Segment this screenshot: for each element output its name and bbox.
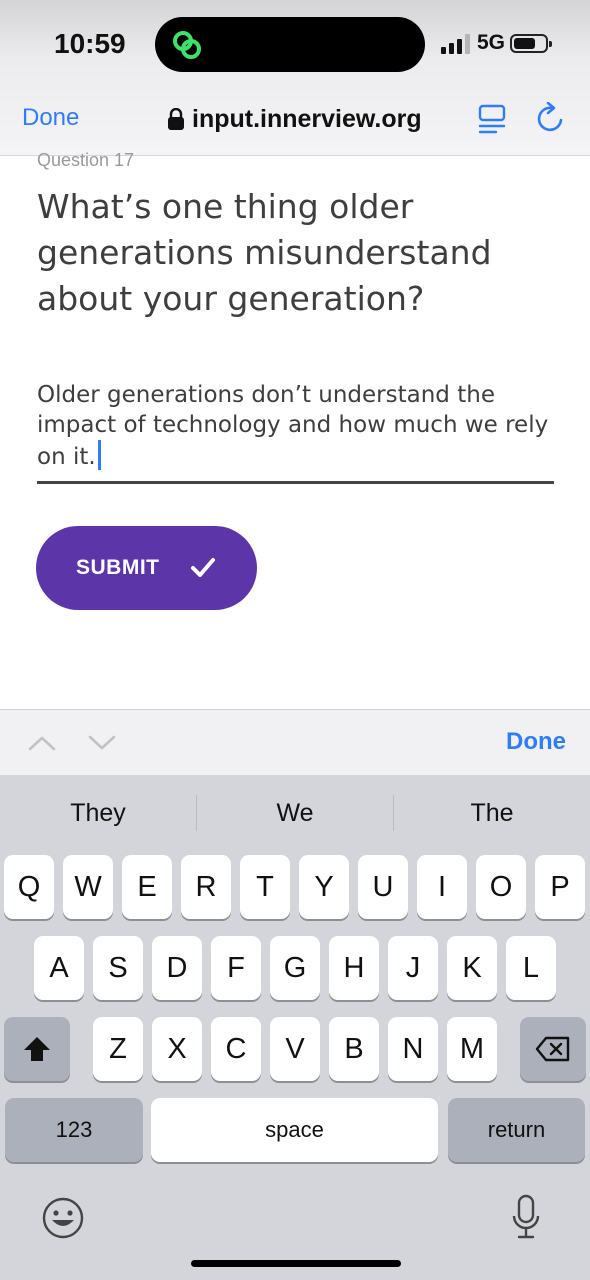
key-w[interactable]: W <box>63 855 113 919</box>
key-e[interactable]: E <box>122 855 172 919</box>
address-bar[interactable]: input.innerview.org <box>168 103 422 135</box>
microphone-icon[interactable] <box>512 1194 540 1240</box>
key-h[interactable]: H <box>329 936 379 1000</box>
key-t[interactable]: T <box>240 855 290 919</box>
battery-icon <box>510 34 552 53</box>
key-y[interactable]: Y <box>299 855 349 919</box>
dynamic-island <box>155 17 425 72</box>
reload-icon[interactable] <box>536 102 566 134</box>
answer-field[interactable]: Older generations don’t understand the i… <box>37 380 554 484</box>
status-time: 10:59 <box>54 28 126 59</box>
key-f[interactable]: F <box>211 936 261 1000</box>
key-b[interactable]: B <box>329 1017 379 1081</box>
chevron-up-icon[interactable] <box>28 735 56 751</box>
reader-icon[interactable] <box>478 104 506 134</box>
key-q[interactable]: Q <box>4 855 54 919</box>
key-d[interactable]: D <box>152 936 202 1000</box>
key-k[interactable]: K <box>447 936 497 1000</box>
key-i[interactable]: I <box>417 855 467 919</box>
url-text: input.innerview.org <box>192 104 422 133</box>
check-icon <box>190 558 215 577</box>
emoji-icon[interactable] <box>42 1197 84 1239</box>
suggestion-2[interactable]: We <box>197 799 393 828</box>
keyboard: They We The QWERTYUIOP ASDFGHJKL ZXCVBNM… <box>0 775 590 1280</box>
network-label: 5G <box>477 31 506 54</box>
suggestion-1[interactable]: They <box>0 799 196 828</box>
key-z[interactable]: Z <box>93 1017 143 1081</box>
submit-button[interactable]: SUBMIT <box>36 526 257 610</box>
link-app-icon <box>173 31 201 59</box>
keyboard-accessory-bar: Done <box>0 709 590 775</box>
key-l[interactable]: L <box>506 936 556 1000</box>
shift-icon <box>24 1037 50 1061</box>
home-indicator <box>191 1260 401 1267</box>
question-text: What’s one thing older generations misun… <box>37 187 492 318</box>
keyboard-done-button[interactable]: Done <box>506 728 566 756</box>
key-c[interactable]: C <box>211 1017 261 1081</box>
numbers-key[interactable]: 123 <box>5 1098 143 1162</box>
key-g[interactable]: G <box>270 936 320 1000</box>
return-key[interactable]: return <box>448 1098 585 1162</box>
shift-key[interactable] <box>4 1017 70 1081</box>
key-p[interactable]: P <box>535 855 585 919</box>
key-o[interactable]: O <box>476 855 526 919</box>
chevron-down-icon[interactable] <box>88 735 116 751</box>
key-x[interactable]: X <box>152 1017 202 1081</box>
text-cursor <box>97 440 101 470</box>
delete-key[interactable] <box>520 1017 586 1081</box>
key-r[interactable]: R <box>181 855 231 919</box>
question-number: Question 17 <box>37 150 135 170</box>
key-j[interactable]: J <box>388 936 438 1000</box>
answer-text: Older generations don’t understand the i… <box>37 382 549 470</box>
suggestion-3[interactable]: The <box>394 799 590 828</box>
key-u[interactable]: U <box>358 855 408 919</box>
key-m[interactable]: M <box>447 1017 497 1081</box>
key-s[interactable]: S <box>93 936 143 1000</box>
key-v[interactable]: V <box>270 1017 320 1081</box>
signal-icon <box>441 34 470 54</box>
browser-chrome: 10:59 5G Done input.innerview.org <box>0 0 590 156</box>
backspace-icon <box>535 1036 570 1062</box>
key-a[interactable]: A <box>34 936 84 1000</box>
key-n[interactable]: N <box>388 1017 438 1081</box>
lock-icon <box>168 108 184 130</box>
submit-label: SUBMIT <box>76 556 160 579</box>
space-key[interactable]: space <box>151 1098 438 1162</box>
browser-done-button[interactable]: Done <box>22 104 79 132</box>
